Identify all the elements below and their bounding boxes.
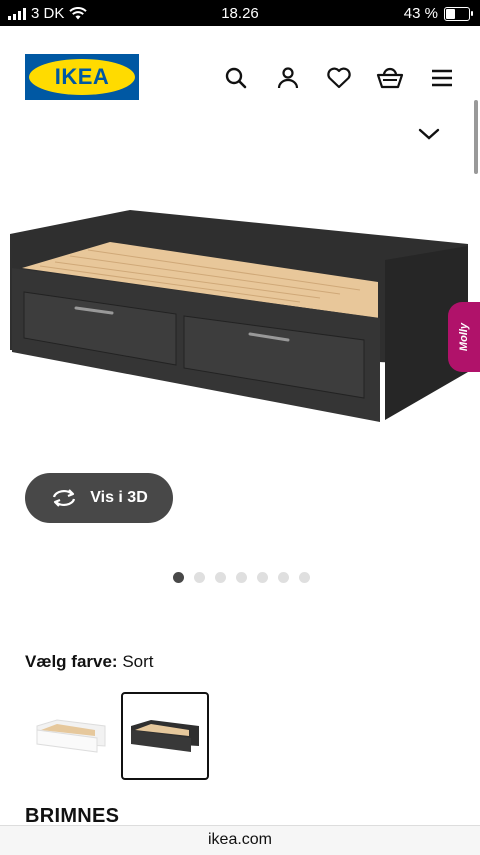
basket-icon[interactable]: [376, 64, 404, 92]
assistant-label: Molly: [458, 322, 470, 352]
url-text: ikea.com: [207, 831, 273, 848]
color-select-title: Vælg farve:: [25, 652, 118, 671]
product-image[interactable]: [0, 190, 480, 440]
carousel-dot[interactable]: [173, 572, 184, 583]
color-select-label: Vælg farve: Sort: [25, 652, 154, 672]
scrollbar[interactable]: [474, 100, 478, 174]
carousel-dot[interactable]: [257, 572, 268, 583]
logo-text: IKEA: [54, 64, 110, 89]
search-icon[interactable]: [222, 64, 250, 92]
site-header: IKEA: [0, 26, 480, 174]
carousel-dot[interactable]: [278, 572, 289, 583]
color-swatch-black[interactable]: [121, 692, 209, 780]
status-bar: 3 DK 18.26 43 %: [0, 0, 480, 26]
view-3d-label: Vis i 3D: [90, 489, 148, 506]
account-icon[interactable]: [274, 64, 302, 92]
view-3d-button[interactable]: Vis i 3D: [25, 473, 173, 523]
browser-url-bar[interactable]: ikea.com: [0, 825, 480, 855]
color-select-value: Sort: [122, 652, 154, 671]
carousel-dot[interactable]: [236, 572, 247, 583]
assistant-tab[interactable]: Molly: [448, 302, 480, 372]
carousel-dot[interactable]: [194, 572, 205, 583]
color-swatch-white[interactable]: [27, 692, 115, 780]
daybed-illustration: [10, 210, 468, 422]
carousel-indicator[interactable]: [173, 572, 310, 583]
ikea-logo[interactable]: IKEA: [25, 54, 139, 100]
white-daybed-thumb: [36, 719, 106, 753]
chevron-down-icon[interactable]: [415, 120, 443, 148]
heart-icon[interactable]: [325, 64, 353, 92]
battery-percent: 43 %: [403, 5, 438, 22]
black-daybed-thumb: [131, 720, 199, 752]
rotate-icon: [53, 489, 76, 507]
battery-icon: [444, 6, 473, 21]
status-right: 43 %: [403, 5, 473, 22]
carousel-dot[interactable]: [299, 572, 310, 583]
carousel-dot[interactable]: [215, 572, 226, 583]
menu-icon[interactable]: [428, 64, 456, 92]
